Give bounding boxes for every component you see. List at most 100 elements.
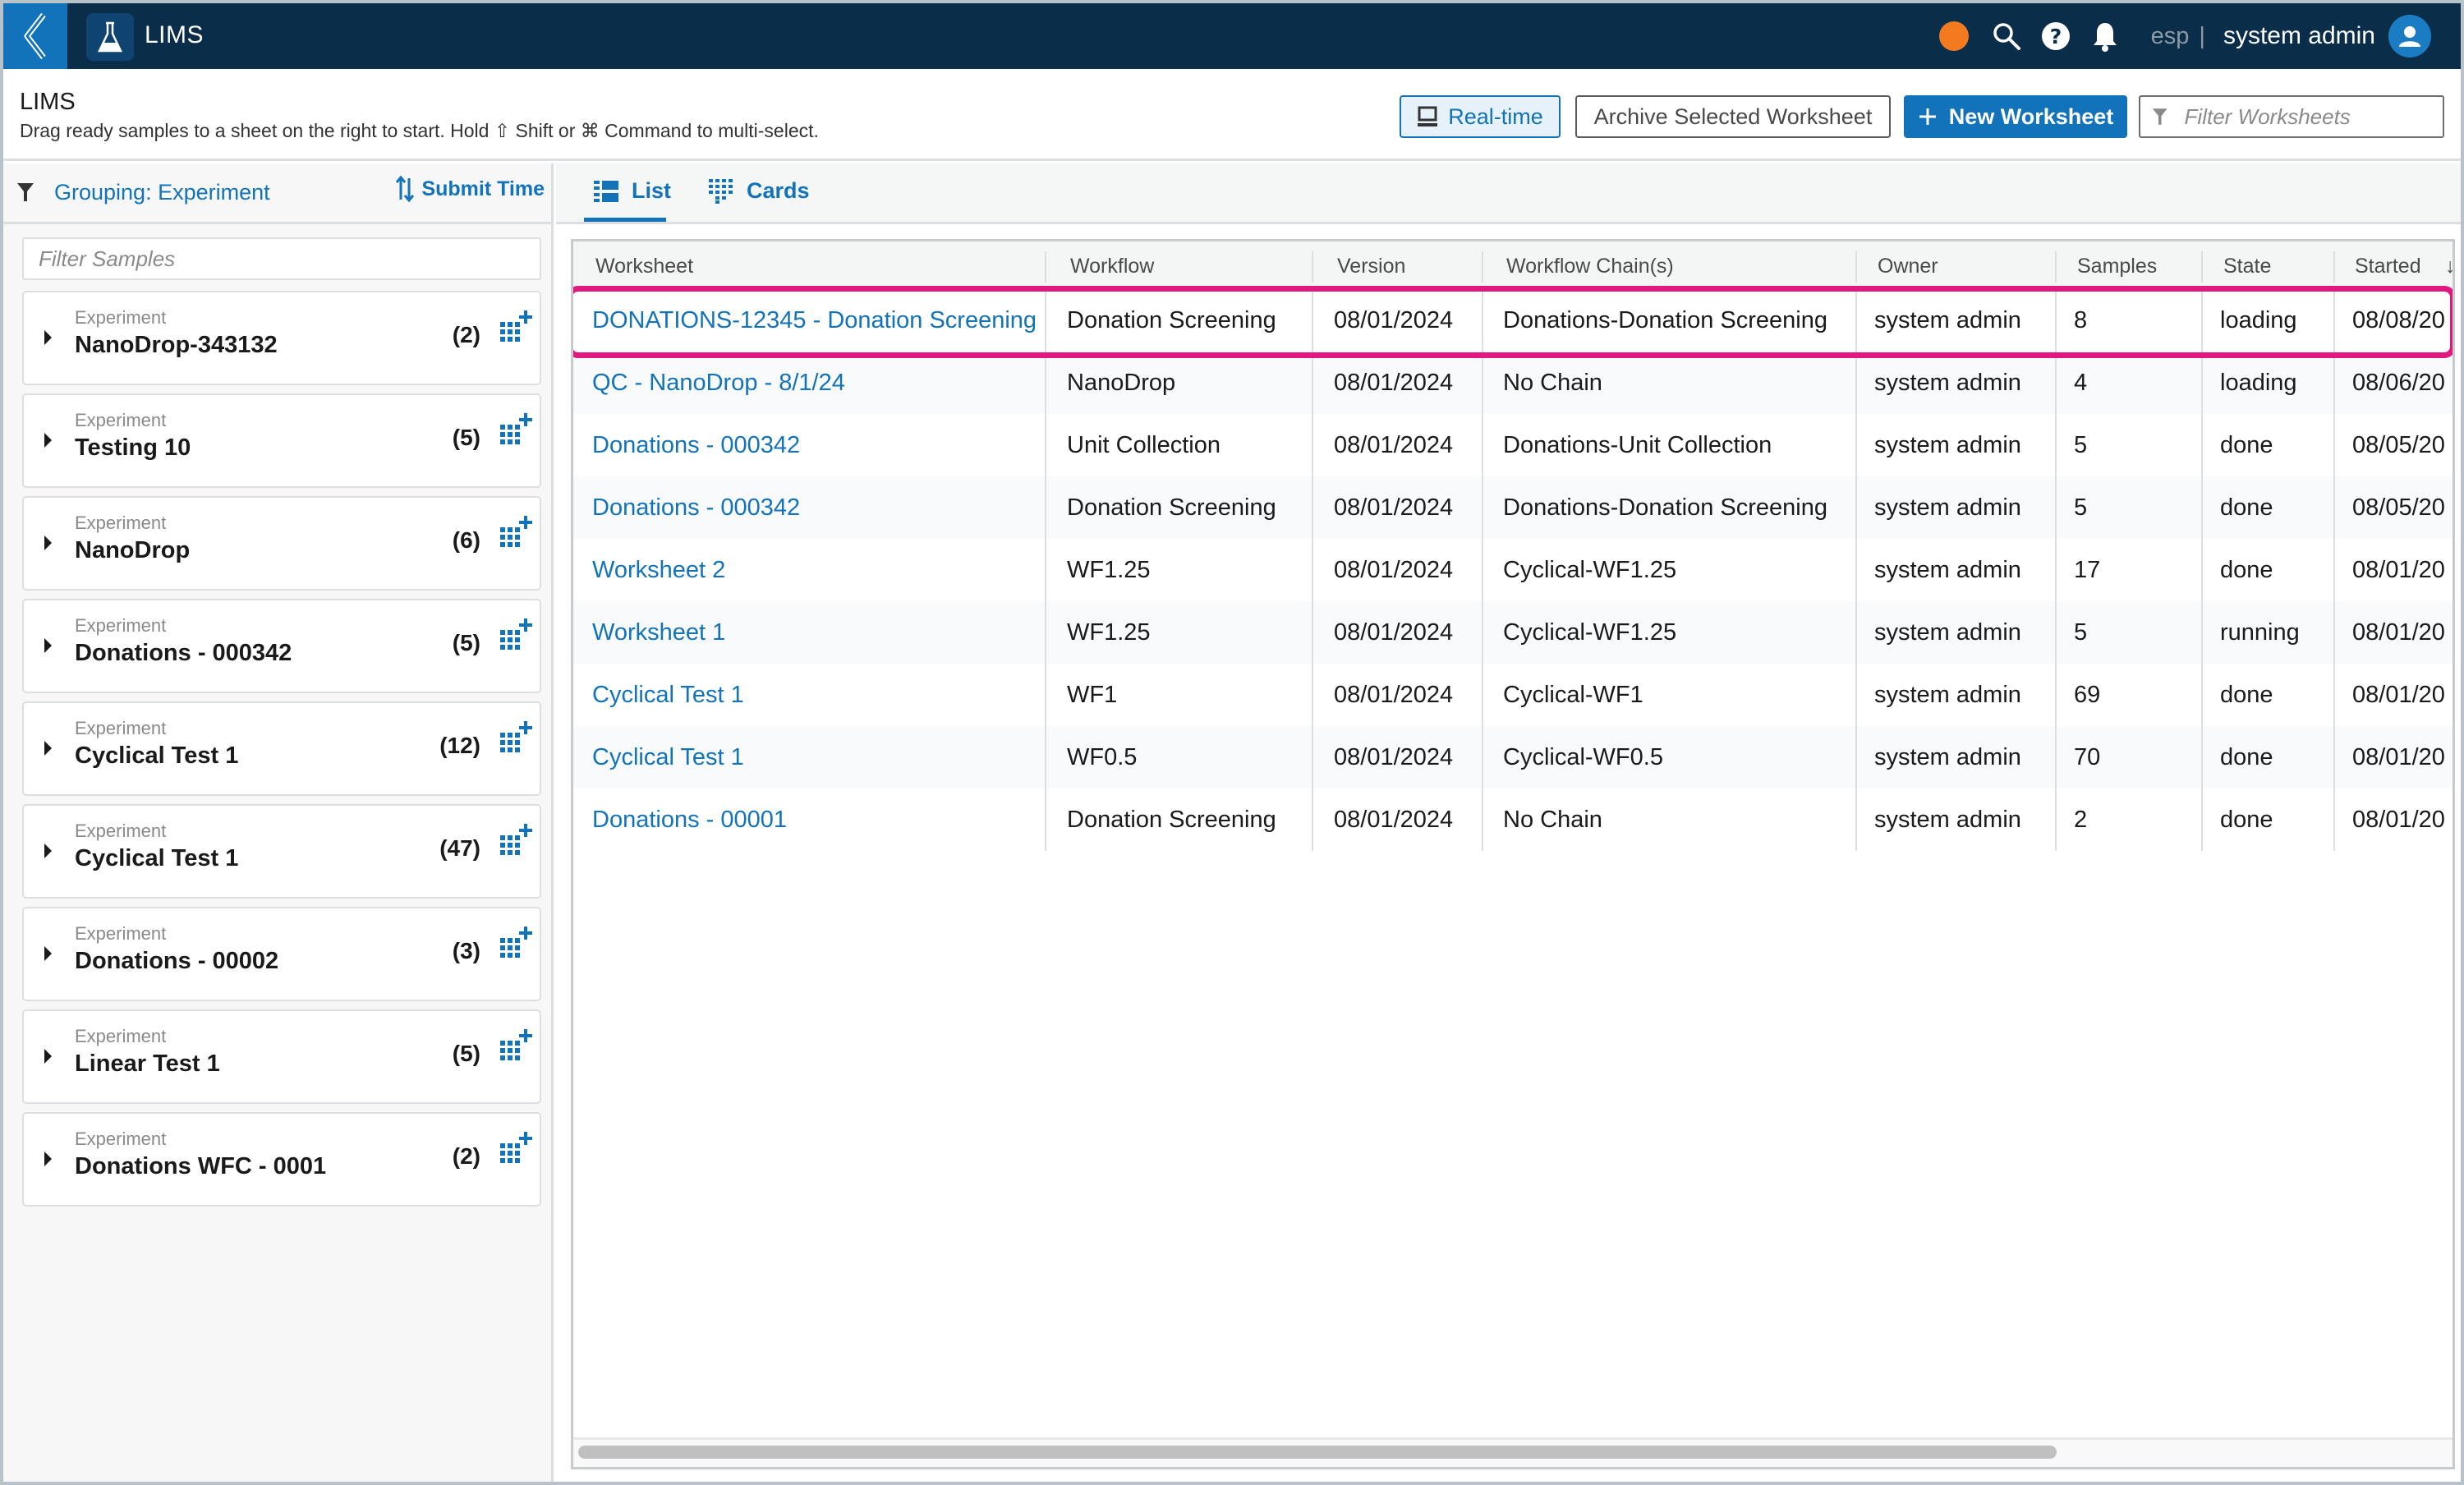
cell-workflow: WF1.25 bbox=[1067, 619, 1151, 646]
sample-group-card[interactable]: Experiment Donations - 00002 (3) bbox=[22, 907, 541, 1001]
notifications-button[interactable] bbox=[2089, 20, 2122, 53]
filter-worksheets-field[interactable] bbox=[2139, 95, 2444, 138]
table-row[interactable]: Cyclical Test 1 WF0.5 08/01/2024 Cyclical-W… bbox=[573, 726, 2453, 788]
status-indicator[interactable] bbox=[1938, 21, 1969, 51]
worksheet-link[interactable]: Donations - 000342 bbox=[592, 432, 800, 459]
expand-caret-icon[interactable] bbox=[44, 536, 52, 550]
scrollbar-thumb[interactable] bbox=[578, 1446, 2057, 1459]
column-header-divider[interactable] bbox=[2333, 251, 2335, 283]
grouping-filter-button[interactable] bbox=[16, 182, 34, 207]
avatar[interactable] bbox=[2388, 15, 2431, 57]
add-to-worksheet-button[interactable] bbox=[497, 309, 535, 347]
expand-caret-icon[interactable] bbox=[44, 946, 52, 961]
horizontal-scrollbar[interactable] bbox=[573, 1437, 2453, 1467]
group-name: Donations WFC - 0001 bbox=[75, 1153, 327, 1179]
column-header-workflow[interactable]: Workflow bbox=[1070, 255, 1154, 278]
column-header-divider[interactable] bbox=[1855, 251, 1857, 283]
worksheet-link[interactable]: QC - NanoDrop - 8/1/24 bbox=[592, 370, 845, 397]
column-header-worksheet[interactable]: Worksheet bbox=[595, 255, 693, 278]
column-header-version[interactable]: Version bbox=[1337, 255, 1405, 278]
column-header-divider[interactable] bbox=[2201, 251, 2203, 283]
sample-group-card[interactable]: Experiment Linear Test 1 (5) bbox=[22, 1009, 541, 1104]
sample-group-card[interactable]: Experiment Cyclical Test 1 (12) bbox=[22, 701, 541, 796]
archive-worksheet-button[interactable]: Archive Selected Worksheet bbox=[1575, 95, 1891, 138]
sample-group-card[interactable]: Experiment Cyclical Test 1 (47) bbox=[22, 804, 541, 899]
add-to-worksheet-button[interactable] bbox=[497, 720, 535, 757]
cell-chain: Donations-Donation Screening bbox=[1503, 307, 1827, 333]
help-button[interactable]: ? bbox=[2039, 20, 2072, 53]
column-divider bbox=[2333, 289, 2335, 851]
realtime-button[interactable]: Real-time bbox=[1400, 95, 1561, 138]
cell-samples: 5 bbox=[2074, 494, 2088, 521]
cell-chain: Cyclical-WF0.5 bbox=[1503, 744, 1663, 770]
new-worksheet-button[interactable]: New Worksheet bbox=[1904, 95, 2127, 138]
worksheet-link[interactable]: Donations - 00001 bbox=[592, 807, 787, 834]
filter-samples-input[interactable] bbox=[39, 246, 540, 272]
worksheet-link[interactable]: Cyclical Test 1 bbox=[592, 744, 744, 771]
worksheet-link[interactable]: Donations - 000342 bbox=[592, 494, 800, 522]
sample-group-card[interactable]: Experiment NanoDrop-343132 (2) bbox=[22, 291, 541, 385]
column-header-samples[interactable]: Samples bbox=[2077, 255, 2157, 278]
filter-samples-field[interactable] bbox=[22, 237, 541, 280]
table-row[interactable]: Worksheet 2 WF1.25 08/01/2024 Cyclical-WF1.… bbox=[573, 539, 2453, 601]
table-row[interactable]: QC - NanoDrop - 8/1/24 NanoDrop 08/01/2024… bbox=[573, 352, 2453, 414]
column-header-divider[interactable] bbox=[1045, 251, 1046, 283]
worksheet-link[interactable]: Cyclical Test 1 bbox=[592, 682, 744, 709]
sort-submit-time-button[interactable]: Submit Time bbox=[395, 175, 545, 203]
table-row[interactable]: DONATIONS-12345 - Donation Screening Dona… bbox=[573, 289, 2453, 352]
column-header-started[interactable]: Started bbox=[2355, 255, 2421, 278]
column-header-divider[interactable] bbox=[1312, 251, 1313, 283]
user-name[interactable]: system admin bbox=[2223, 22, 2375, 50]
sort-desc-icon[interactable]: ↓ bbox=[2445, 255, 2453, 278]
expand-caret-icon[interactable] bbox=[44, 1049, 52, 1064]
table-row[interactable]: Worksheet 1 WF1.25 08/01/2024 Cyclical-WF1.… bbox=[573, 601, 2453, 664]
add-to-worksheet-button[interactable] bbox=[497, 1130, 535, 1168]
expand-caret-icon[interactable] bbox=[44, 741, 52, 756]
sample-group-card[interactable]: Experiment Testing 10 (5) bbox=[22, 393, 541, 488]
expand-caret-icon[interactable] bbox=[44, 638, 52, 653]
add-to-worksheet-button[interactable] bbox=[497, 411, 535, 449]
add-to-worksheet-button[interactable] bbox=[497, 617, 535, 655]
add-to-worksheet-button[interactable] bbox=[497, 925, 535, 963]
cell-workflow: WF1.25 bbox=[1067, 557, 1151, 583]
column-header-chain[interactable]: Workflow Chain(s) bbox=[1506, 255, 1674, 278]
expand-caret-icon[interactable] bbox=[44, 1152, 52, 1166]
sample-group-card[interactable]: Experiment Donations WFC - 0001 (2) bbox=[22, 1112, 541, 1207]
expand-caret-icon[interactable] bbox=[44, 844, 52, 858]
table-row[interactable]: Donations - 000342 Donation Screening 08/0… bbox=[573, 476, 2453, 539]
sample-group-card[interactable]: Experiment NanoDrop (6) bbox=[22, 496, 541, 591]
column-header-divider[interactable] bbox=[1482, 251, 1483, 283]
expand-caret-icon[interactable] bbox=[44, 330, 52, 345]
filter-worksheets-input[interactable] bbox=[2184, 103, 2443, 130]
cell-workflow: WF1 bbox=[1067, 682, 1118, 708]
cell-samples: 17 bbox=[2074, 557, 2101, 583]
cell-state: done bbox=[2220, 682, 2273, 708]
search-button[interactable] bbox=[1990, 20, 2023, 53]
sample-group-list: Experiment NanoDrop-343132 (2) Experiment Te… bbox=[22, 291, 541, 1215]
cell-version: 08/01/2024 bbox=[1334, 682, 1454, 708]
grouping-selector[interactable]: Grouping: Experiment bbox=[54, 180, 270, 205]
tab-list[interactable]: List bbox=[594, 178, 671, 204]
group-name: NanoDrop-343132 bbox=[75, 332, 278, 358]
column-header-owner[interactable]: Owner bbox=[1878, 255, 1938, 278]
worksheet-link[interactable]: Worksheet 1 bbox=[592, 619, 725, 646]
add-to-worksheet-button[interactable] bbox=[497, 514, 535, 552]
expand-caret-icon[interactable] bbox=[44, 433, 52, 448]
sample-group-card[interactable]: Experiment Donations - 000342 (5) bbox=[22, 599, 541, 693]
add-to-worksheet-button[interactable] bbox=[497, 822, 535, 860]
active-tab-indicator bbox=[584, 218, 666, 222]
add-to-worksheet-button[interactable] bbox=[497, 1028, 535, 1065]
worksheet-link[interactable]: Worksheet 2 bbox=[592, 557, 725, 584]
back-button[interactable] bbox=[3, 3, 67, 69]
new-worksheet-label: New Worksheet bbox=[1948, 103, 2114, 129]
cell-started: 08/01/20 bbox=[2352, 619, 2445, 646]
tab-cards[interactable]: Cards bbox=[709, 178, 810, 204]
column-header-state[interactable]: State bbox=[2223, 255, 2271, 278]
view-tabs: List Cards bbox=[556, 163, 2461, 224]
table-row[interactable]: Donations - 000342 Unit Collection 08/01/2… bbox=[573, 414, 2453, 476]
worksheets-panel: List Cards Worksheet Workflow Version Workf… bbox=[556, 163, 2461, 1482]
worksheet-link[interactable]: DONATIONS-12345 - Donation Screening bbox=[592, 307, 1037, 334]
table-row[interactable]: Cyclical Test 1 WF1 08/01/2024 Cyclical-WF1… bbox=[573, 664, 2453, 726]
column-header-divider[interactable] bbox=[2055, 251, 2057, 283]
table-row[interactable]: Donations - 00001 Donation Screening 08/01… bbox=[573, 788, 2453, 851]
